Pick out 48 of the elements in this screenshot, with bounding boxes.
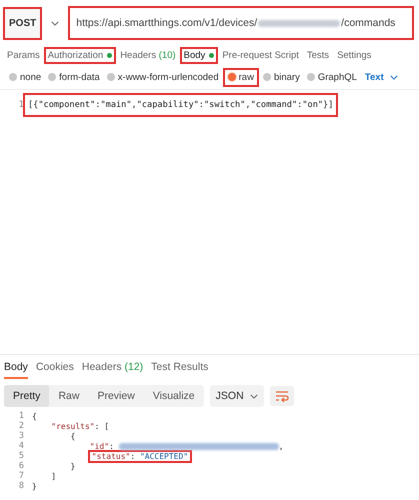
response-tab[interactable]: Test Results — [151, 361, 208, 379]
line-number: 2 — [18, 421, 25, 431]
code-line: "results": [ — [50, 422, 110, 430]
line-number: 7 — [18, 471, 25, 481]
request-tab[interactable]: Body — [180, 48, 218, 62]
caret-icon — [51, 20, 60, 26]
line-number: 1 — [18, 411, 25, 421]
code-line: [{"component":"main","capability":"switch","command":"on"}] — [24, 94, 338, 116]
response-tab[interactable]: Cookies — [36, 361, 74, 379]
highlighted-code: "status": "ACCEPTED" — [90, 452, 190, 460]
body-type-option[interactable]: binary — [260, 70, 303, 84]
format-dropdown[interactable]: Text — [364, 72, 398, 82]
line-number: 1 — [18, 100, 25, 110]
url-field[interactable]: https://api.smartthings.com/v1/devices/ /commands — [69, 7, 413, 39]
request-tab[interactable]: Tests — [304, 48, 332, 62]
request-tab[interactable]: Params — [4, 48, 43, 62]
response-tab[interactable]: Body — [4, 361, 28, 379]
wrap-lines-button[interactable] — [270, 386, 294, 406]
line-number: 4 — [18, 441, 25, 451]
method-dropdown[interactable]: POST — [4, 8, 42, 38]
caret-icon — [250, 394, 258, 398]
code-line: { — [32, 412, 37, 420]
format-dropdown[interactable]: JSON — [210, 385, 264, 407]
line-number: 5 — [18, 451, 25, 461]
code-line: { — [70, 432, 76, 440]
code-line: } — [70, 462, 76, 470]
view-mode-button[interactable]: Raw — [49, 385, 88, 407]
code-line: ] — [50, 472, 56, 480]
view-mode-button[interactable]: Preview — [88, 385, 144, 407]
caret-icon — [390, 74, 398, 80]
line-number: 8 — [18, 481, 25, 491]
line-number: 3 — [18, 431, 25, 441]
view-mode-button[interactable]: Pretty — [4, 385, 50, 407]
body-type-option[interactable]: raw — [224, 70, 257, 84]
request-tab[interactable]: Pre-request Script — [219, 48, 302, 62]
body-type-option[interactable]: form-data — [45, 70, 103, 84]
request-tab[interactable]: Settings — [334, 48, 374, 62]
request-tab[interactable]: Headers (10) — [117, 48, 179, 62]
body-type-option[interactable]: GraphQL — [304, 70, 360, 84]
code-line: "id": , — [88, 442, 284, 450]
code-line: } — [32, 482, 37, 490]
view-mode-button[interactable]: Visualize — [144, 385, 204, 407]
request-tab[interactable]: Authorization — [44, 48, 116, 62]
line-number: 6 — [18, 461, 25, 471]
body-type-option[interactable]: x-www-form-urlencoded — [104, 70, 222, 84]
body-type-option[interactable]: none — [6, 70, 44, 84]
wrap-icon — [274, 390, 289, 402]
response-tab[interactable]: Headers (12) — [82, 361, 144, 379]
